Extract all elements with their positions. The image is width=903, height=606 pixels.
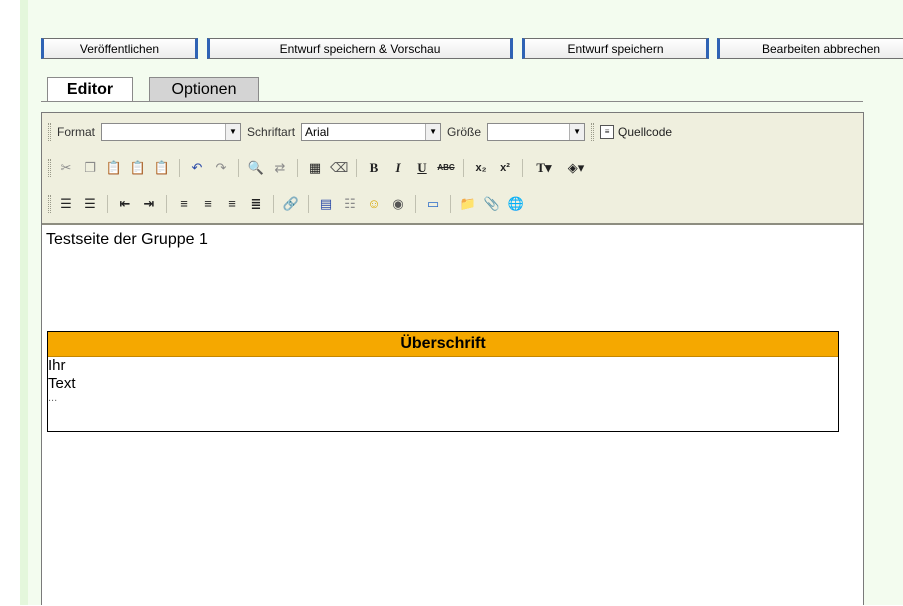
cut-icon[interactable]: ✂	[57, 159, 75, 177]
source-label: Quellcode	[618, 125, 673, 139]
toolbar-grip	[48, 123, 51, 141]
italic-icon[interactable]: I	[389, 159, 407, 177]
separator	[107, 195, 108, 213]
toolbar-grip	[48, 195, 51, 213]
chevron-down-icon: ▼	[425, 124, 441, 140]
text-color-icon[interactable]: T▾	[531, 159, 557, 177]
rich-text-editor: Format ▼ Schriftart Arial ▼ Größe ▼ ≡ Qu…	[41, 112, 864, 606]
separator	[166, 195, 167, 213]
separator	[179, 159, 180, 177]
toolbar-row-3: ☰ ☰ ⇤ ⇥ ≡ ≡ ≡ ≣ 🔗 ▤ ☷ ☺ ◉ ▭ 📁 📎 🌐	[48, 192, 525, 216]
bold-icon[interactable]: B	[365, 159, 383, 177]
align-center-icon[interactable]: ≡	[199, 195, 217, 213]
intro-text: Testseite der Gruppe 1	[46, 231, 208, 248]
box-line: Text	[48, 375, 76, 392]
replace-icon[interactable]: ⇄	[271, 159, 289, 177]
source-button[interactable]: ≡ Quellcode	[600, 125, 672, 139]
subscript-icon[interactable]: x₂	[472, 159, 490, 177]
folder-icon[interactable]: 📁	[459, 195, 477, 213]
tab-options[interactable]: Optionen	[149, 77, 259, 102]
tab-divider	[41, 101, 863, 102]
font-select[interactable]: Arial ▼	[301, 123, 442, 141]
box-heading: Überschrift	[48, 332, 838, 357]
superscript-icon[interactable]: x²	[496, 159, 514, 177]
paste-text-icon[interactable]: 📋	[129, 159, 147, 177]
separator	[238, 159, 239, 177]
underline-icon[interactable]: U	[413, 159, 431, 177]
box-line: Ihr	[48, 357, 66, 374]
numbered-list-icon[interactable]: ☰	[57, 195, 75, 213]
toolbar-row-2: ✂ ❐ 📋 📋 📋 ↶ ↷ 🔍 ⇄ ▦ ⌫ B I U ABC x₂ x² T▾…	[48, 156, 589, 180]
table-icon[interactable]: ▤	[317, 195, 335, 213]
toolbar-grip	[591, 123, 595, 141]
paste-word-icon[interactable]: 📋	[153, 159, 171, 177]
redo-icon[interactable]: ↷	[212, 159, 230, 177]
format-select[interactable]: ▼	[101, 123, 242, 141]
format-label: Format	[57, 125, 96, 139]
box-line: ...	[48, 392, 58, 404]
chevron-down-icon: ▼	[569, 124, 585, 140]
justify-icon[interactable]: ≣	[247, 195, 265, 213]
iframe-icon[interactable]: ▭	[424, 195, 442, 213]
separator	[356, 159, 357, 177]
remove-format-icon[interactable]: ⌫	[330, 159, 348, 177]
globe-icon[interactable]: 🌐	[507, 195, 525, 213]
size-label: Größe	[447, 125, 482, 139]
separator	[273, 195, 274, 213]
align-right-icon[interactable]: ≡	[223, 195, 241, 213]
font-label: Schriftart	[247, 125, 296, 139]
undo-icon[interactable]: ↶	[188, 159, 206, 177]
smiley-icon[interactable]: ☺	[365, 195, 383, 213]
separator	[415, 195, 416, 213]
save-draft-button[interactable]: Entwurf speichern	[522, 38, 709, 59]
horizontal-rule-icon[interactable]: ☷	[341, 195, 359, 213]
strikethrough-icon[interactable]: ABC	[437, 159, 455, 177]
special-char-icon[interactable]: ◉	[389, 195, 407, 213]
tab-editor[interactable]: Editor	[47, 77, 133, 102]
save-preview-button[interactable]: Entwurf speichern & Vorschau	[207, 38, 513, 59]
size-select[interactable]: ▼	[487, 123, 586, 141]
indent-icon[interactable]: ⇥	[140, 195, 158, 213]
separator	[463, 159, 464, 177]
left-border	[20, 0, 28, 605]
separator	[522, 159, 523, 177]
background-color-icon[interactable]: ◈▾	[563, 159, 589, 177]
attachment-icon[interactable]: 📎	[483, 195, 501, 213]
cancel-edit-button[interactable]: Bearbeiten abbrechen	[717, 38, 903, 59]
editor-toolbar: Format ▼ Schriftart Arial ▼ Größe ▼ ≡ Qu…	[42, 113, 863, 225]
separator	[308, 195, 309, 213]
find-icon[interactable]: 🔍	[247, 159, 265, 177]
separator	[297, 159, 298, 177]
copy-icon[interactable]: ❐	[81, 159, 99, 177]
toolbar-row-1: Format ▼ Schriftart Arial ▼ Größe ▼ ≡ Qu…	[48, 120, 672, 144]
align-left-icon[interactable]: ≡	[175, 195, 193, 213]
source-icon: ≡	[600, 125, 615, 139]
toolbar-grip	[48, 159, 51, 177]
outdent-icon[interactable]: ⇤	[116, 195, 134, 213]
editor-content[interactable]: Testseite der Gruppe 1 Überschrift Ihr T…	[42, 225, 863, 606]
publish-button[interactable]: Veröffentlichen	[41, 38, 198, 59]
select-all-icon[interactable]: ▦	[306, 159, 324, 177]
link-icon[interactable]: 🔗	[282, 195, 300, 213]
bulleted-list-icon[interactable]: ☰	[81, 195, 99, 213]
separator	[450, 195, 451, 213]
left-margin	[0, 0, 22, 605]
chevron-down-icon: ▼	[225, 124, 241, 140]
paste-icon[interactable]: 📋	[105, 159, 123, 177]
content-box: Überschrift Ihr Text ...	[47, 331, 839, 432]
